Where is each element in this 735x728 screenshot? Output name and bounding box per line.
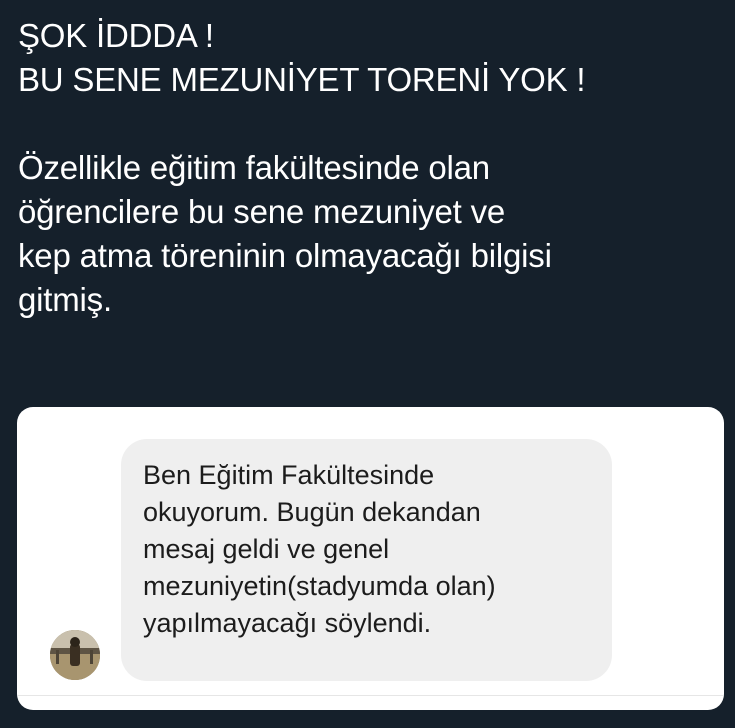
message-line-4: mezuniyetin(stadyumda olan) — [143, 571, 496, 601]
message-line-5: yapılmayacağı söylendi. — [143, 608, 432, 638]
tweet-body-line-1: Özellikle eğitim fakültesinde olan — [18, 149, 490, 186]
message-line-1: Ben Eğitim Fakültesinde — [143, 460, 435, 490]
tweet-body-line-4: gitmiş. — [18, 281, 112, 318]
message-text: Ben Eğitim Fakültesinde okuyorum. Bugün … — [143, 457, 603, 642]
tweet-media-screenshot[interactable]: Ben Eğitim Fakültesinde okuyorum. Bugün … — [17, 407, 724, 710]
tweet-body-line-2: öğrencilere bu sene mezuniyet ve — [18, 193, 506, 230]
tweet-screen: { "tweet": { "lines": [ "ŞOK İDDDA !", "… — [0, 0, 735, 728]
tweet-headline-2: BU SENE MEZUNİYET TORENİ YOK ! — [18, 61, 586, 98]
message-line-2: okuyorum. Bugün dekandan — [143, 497, 481, 527]
avatar — [50, 630, 100, 680]
message-line-3: mesaj geldi ve genel — [143, 534, 390, 564]
avatar-photo-icon — [50, 630, 100, 680]
tweet-text: ŞOK İDDDA ! BU SENE MEZUNİYET TORENİ YOK… — [18, 14, 718, 322]
media-divider — [17, 695, 724, 696]
tweet-body-line-3: kep atma töreninin olmayacağı bilgisi — [18, 237, 552, 274]
tweet-headline-1: ŞOK İDDDA ! — [18, 17, 214, 54]
message-bubble: Ben Eğitim Fakültesinde okuyorum. Bugün … — [121, 439, 612, 681]
